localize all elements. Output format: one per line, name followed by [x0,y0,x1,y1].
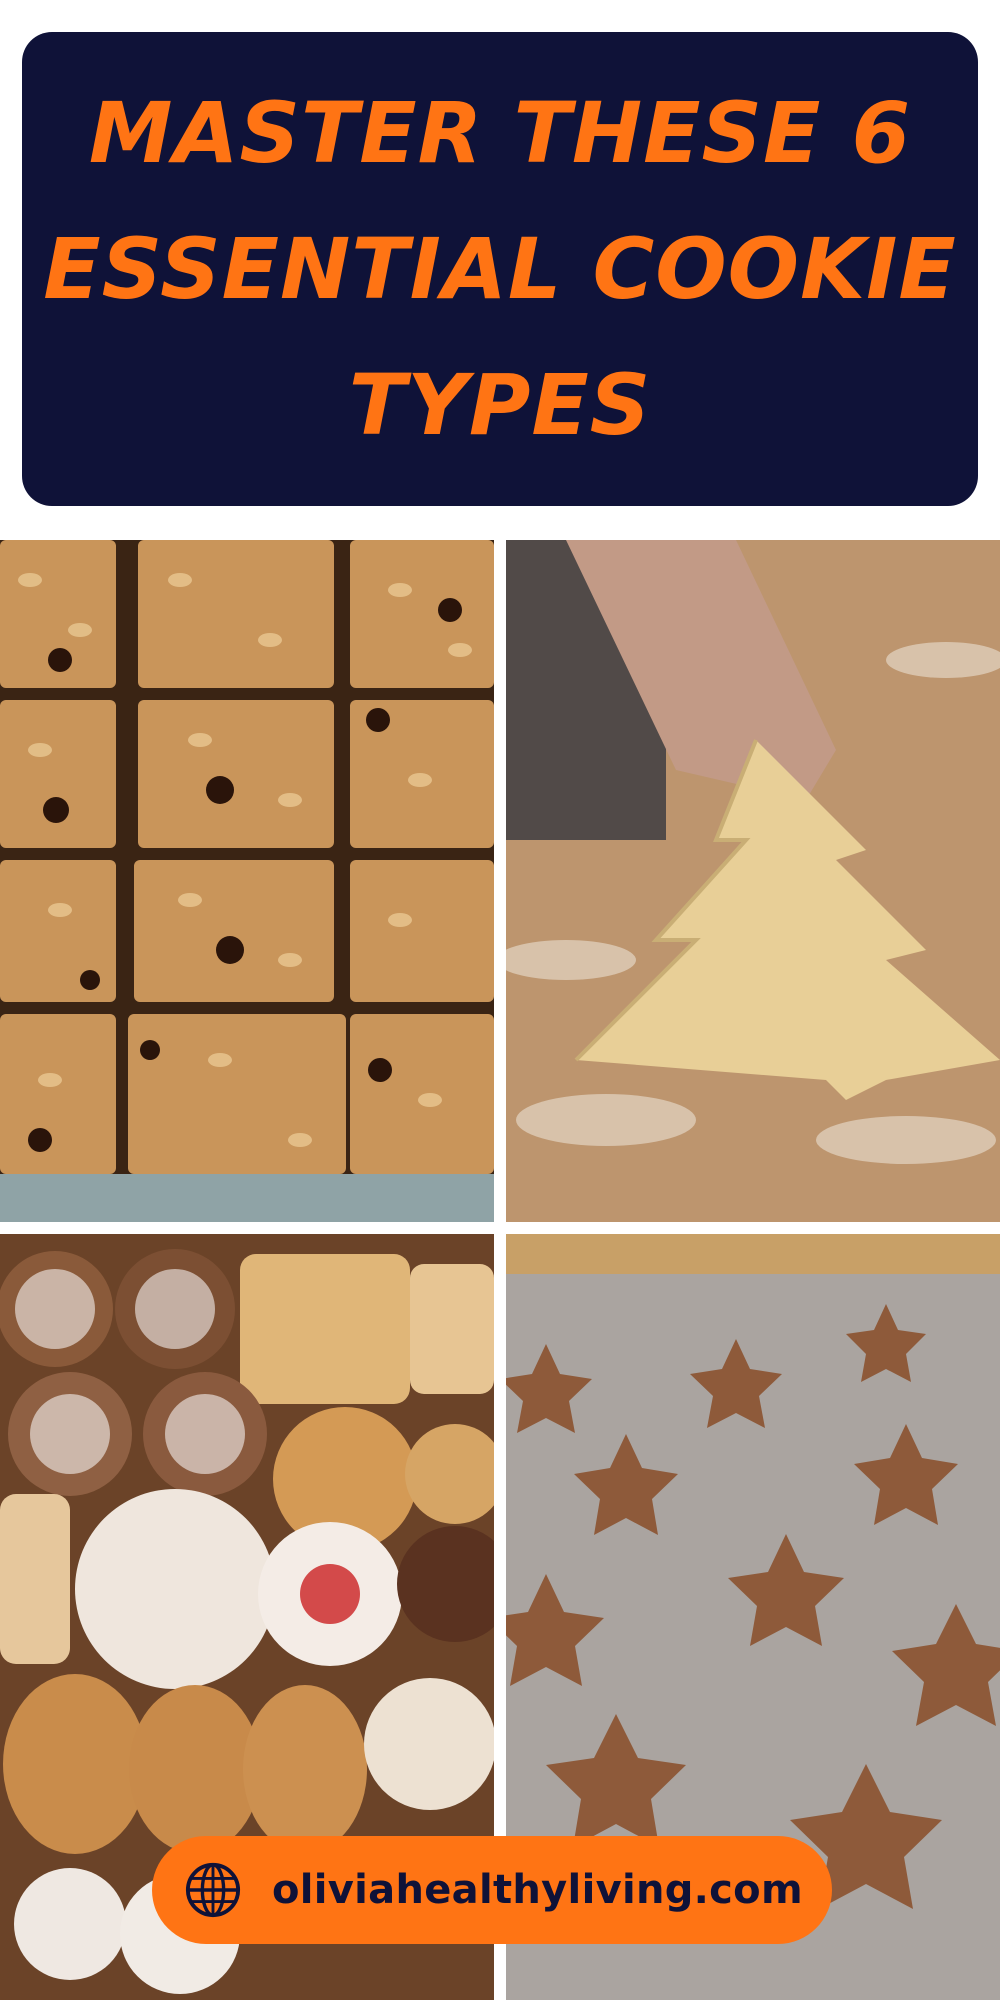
title-line-3: TYPES [348,356,652,454]
globe-icon [184,1861,242,1919]
oatmeal-bars-photo [0,540,494,1222]
page-title: MASTER THESE 6 ESSENTIAL COOKIE TYPES [43,65,957,473]
header-area: MASTER THESE 6 ESSENTIAL COOKIE TYPES [0,0,1000,540]
title-banner: MASTER THESE 6 ESSENTIAL COOKIE TYPES [22,32,978,506]
website-url[interactable]: oliviahealthyliving.com [272,1867,803,1913]
title-line-2: ESSENTIAL COOKIE [43,220,957,318]
title-line-1: MASTER THESE 6 [88,84,912,182]
website-url-badge[interactable]: oliviahealthyliving.com [152,1836,832,1944]
tree-cookie-dough-photo [506,540,1000,1222]
